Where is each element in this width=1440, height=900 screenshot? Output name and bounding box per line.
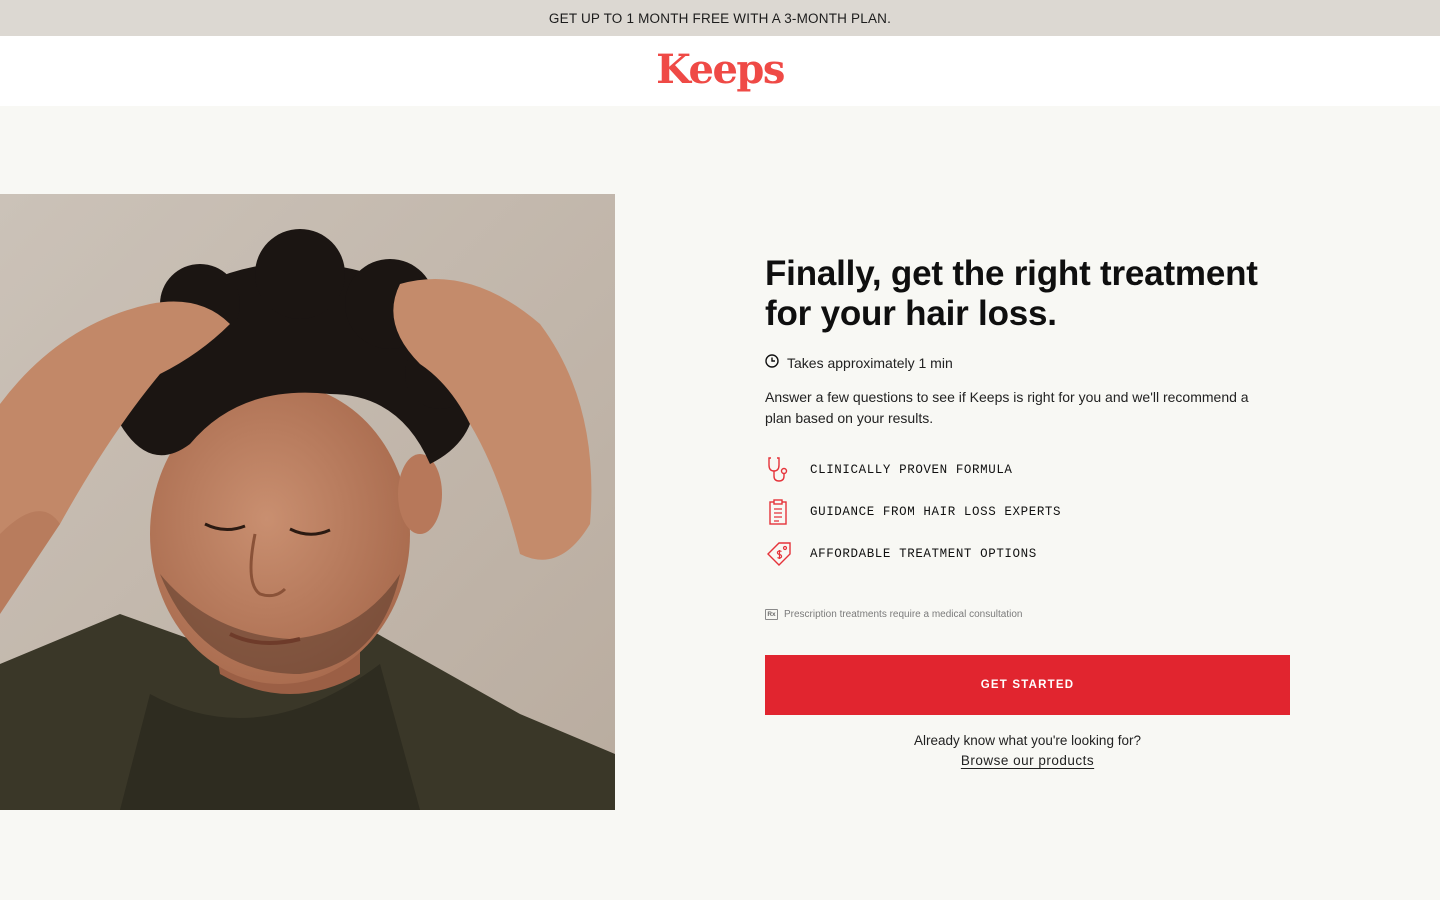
promo-text: GET UP TO 1 MONTH FREE WITH A 3-MONTH PL… <box>548 10 892 26</box>
stethoscope-icon <box>765 455 795 485</box>
rx-disclaimer-text: Prescription treatments require a medica… <box>784 609 1023 620</box>
hero-content: Finally, get the right treatment for you… <box>765 254 1290 768</box>
duration-text: Takes approximately 1 min <box>787 354 953 371</box>
feature-label: GUIDANCE FROM HAIR LOSS EXPERTS <box>810 505 1062 519</box>
man-touching-hair-photo-icon <box>0 194 615 810</box>
browse-products-link[interactable]: Browse our products <box>765 753 1290 768</box>
feature-item: AFFORDABLE TREATMENT OPTIONS <box>765 533 1290 575</box>
hero-photo <box>0 194 615 810</box>
clock-icon <box>765 354 779 371</box>
page-title: Finally, get the right treatment for you… <box>765 254 1258 333</box>
already-know-text: Already know what you're looking for? <box>914 733 1141 748</box>
keeps-logo[interactable]: Keeps <box>656 50 785 90</box>
feature-label: CLINICALLY PROVEN FORMULA <box>810 463 1013 477</box>
feature-label: AFFORDABLE TREATMENT OPTIONS <box>810 547 1037 561</box>
feature-item: GUIDANCE FROM HAIR LOSS EXPERTS <box>765 491 1290 533</box>
duration-info: Takes approximately 1 min <box>765 354 1290 371</box>
rx-disclaimer: Rx Prescription treatments require a med… <box>765 609 1290 620</box>
clipboard-icon <box>765 497 795 527</box>
site-header: Keeps <box>0 36 1440 106</box>
intro-text: Answer a few questions to see if Keeps i… <box>765 389 1249 426</box>
price-tag-icon <box>765 539 795 569</box>
feature-list: CLINICALLY PROVEN FORMULA GUIDANCE FROM … <box>765 449 1290 575</box>
rx-badge-icon: Rx <box>765 609 778 620</box>
promo-banner: GET UP TO 1 MONTH FREE WITH A 3-MONTH PL… <box>0 0 1440 36</box>
feature-item: CLINICALLY PROVEN FORMULA <box>765 449 1290 491</box>
get-started-button[interactable]: GET STARTED <box>765 655 1290 715</box>
